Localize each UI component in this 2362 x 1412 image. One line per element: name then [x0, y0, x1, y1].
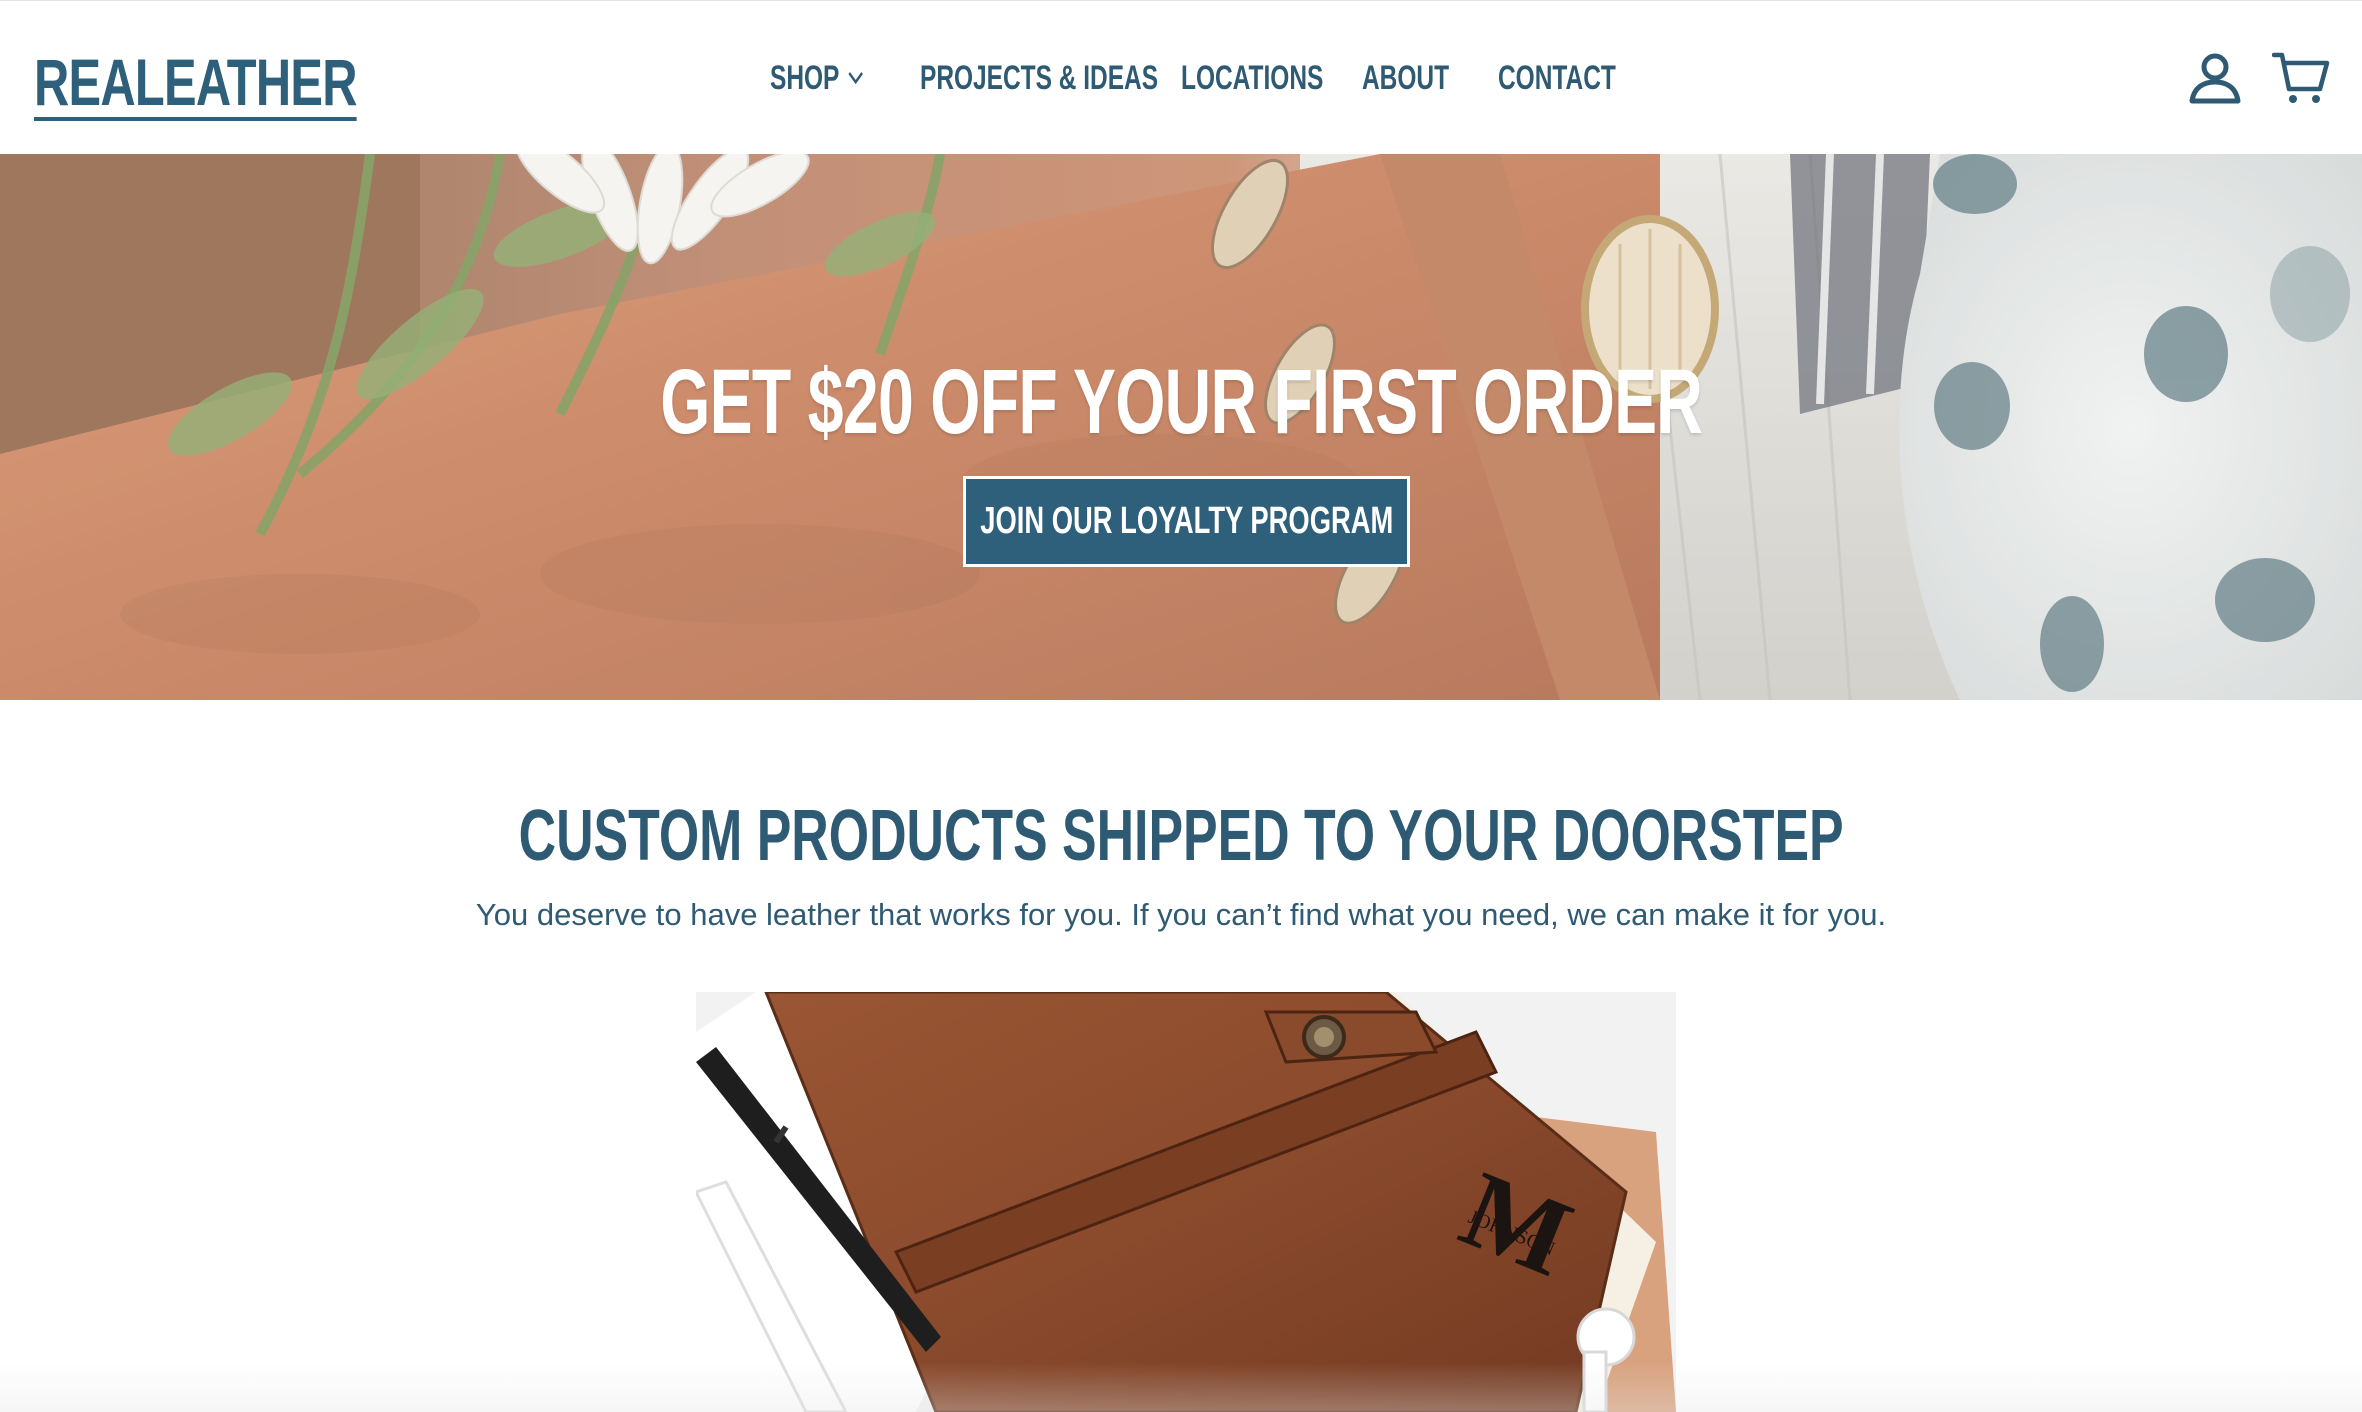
nav-item-contact-label: CONTACT: [1498, 58, 1616, 97]
site-header: REALEATHER SHOP PROJECTS & IDEAS LOCATIO…: [0, 0, 2362, 154]
nav-item-about-label: ABOUT: [1362, 58, 1450, 97]
nav-item-projects-label: PROJECTS & IDEAS: [920, 58, 1159, 97]
nav-item-shop[interactable]: SHOP: [770, 51, 920, 105]
nav-item-about[interactable]: ABOUT: [1362, 51, 1498, 105]
account-icon[interactable]: [2186, 49, 2244, 107]
brand-logo[interactable]: REALEATHER: [34, 31, 470, 121]
main-nav: SHOP PROJECTS & IDEAS LOCATIONS ABOUT CO…: [770, 51, 1648, 105]
nav-item-locations-label: LOCATIONS: [1181, 58, 1324, 97]
product-image: M JOHNSON: [696, 992, 1676, 1412]
join-loyalty-button[interactable]: JOIN OUR LOYALTY PROGRAM: [963, 476, 1410, 567]
section-subtitle: You deserve to have leather that works f…: [475, 897, 1887, 932]
nav-item-projects[interactable]: PROJECTS & IDEAS: [920, 51, 1181, 105]
page: REALEATHER SHOP PROJECTS & IDEAS LOCATIO…: [0, 0, 2362, 1412]
hero-title: GET $20 OFF YOUR FIRST ORDER: [660, 351, 1703, 453]
nav-item-locations[interactable]: LOCATIONS: [1181, 51, 1362, 105]
section-title: CUSTOM PRODUCTS SHIPPED TO YOUR DOORSTEP: [518, 796, 1844, 876]
nav-item-shop-label: SHOP: [770, 58, 840, 97]
join-loyalty-button-label: JOIN OUR LOYALTY PROGRAM: [980, 500, 1393, 542]
nav-item-contact[interactable]: CONTACT: [1498, 51, 1648, 105]
header-icons: [2186, 49, 2330, 107]
cart-icon[interactable]: [2272, 49, 2330, 107]
chevron-down-icon: [848, 71, 864, 85]
logo-text: REALEATHER: [34, 45, 357, 121]
hero-banner: GET $20 OFF YOUR FIRST ORDER JOIN OUR LO…: [0, 154, 2362, 700]
